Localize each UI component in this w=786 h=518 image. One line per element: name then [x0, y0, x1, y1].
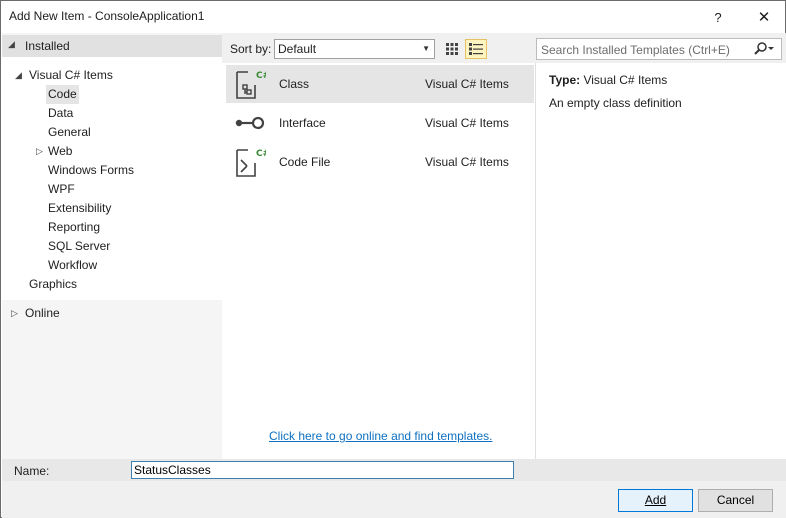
tree-node-wpf[interactable]: WPF — [48, 180, 75, 199]
tree-node-windows-forms[interactable]: Windows Forms — [48, 161, 134, 180]
tree-node-data[interactable]: Data — [48, 104, 73, 123]
type-line: Type: Visual C# Items — [549, 73, 667, 87]
template-item-class[interactable]: C# Class Visual C# Items — [226, 65, 534, 103]
svg-text:C#: C# — [256, 149, 266, 159]
sort-by-value: Default — [278, 42, 317, 56]
tree-node-web[interactable]: Web — [48, 142, 72, 161]
small-icons-view-button[interactable] — [441, 39, 463, 59]
search-templates-input[interactable]: Search Installed Templates (Ctrl+E) — [536, 38, 782, 60]
tree-node-installed[interactable]: ◢ Installed — [2, 35, 222, 57]
name-row: Name: — [2, 459, 786, 481]
template-toolbar: Sort by: Default ▼ Search Installed Temp… — [222, 33, 786, 63]
grid-view-icon — [446, 43, 458, 55]
type-label: Type: — [549, 73, 581, 87]
template-category: Visual C# Items — [425, 77, 509, 91]
tree-node-label: Online — [25, 306, 60, 320]
tree-node-general[interactable]: General — [48, 123, 91, 142]
search-icon[interactable] — [753, 41, 775, 60]
category-tree-pane: ◢ Installed ◢ Visual C# Items Code Data … — [2, 33, 222, 459]
svg-text:C#: C# — [256, 71, 266, 81]
dialog-footer: Name: Add Cancel — [2, 459, 786, 518]
cancel-button[interactable]: Cancel — [698, 489, 773, 512]
tree-node-label: Installed — [25, 39, 70, 53]
add-new-item-dialog: Add New Item - ConsoleApplication1 ? ✕ ◢… — [0, 0, 786, 518]
name-label: Name: — [14, 464, 50, 478]
add-button[interactable]: Add — [618, 489, 693, 512]
template-category: Visual C# Items — [425, 116, 509, 130]
tree-node-graphics[interactable]: Graphics — [29, 275, 77, 294]
class-icon: C# — [236, 71, 266, 99]
template-description: An empty class definition — [549, 96, 682, 110]
template-item-code-file[interactable]: C# Code File Visual C# Items — [226, 143, 534, 181]
tree-view: ◢ Visual C# Items Code Data General ▷ We… — [2, 57, 222, 300]
expand-arrow-icon[interactable]: ▷ — [11, 304, 18, 323]
interface-icon — [235, 116, 265, 130]
expand-arrow-icon[interactable]: ▷ — [36, 142, 43, 161]
template-category: Visual C# Items — [425, 155, 509, 169]
template-name: Code File — [279, 155, 331, 169]
template-name: Interface — [279, 116, 326, 130]
collapse-arrow-icon[interactable]: ◢ — [8, 39, 15, 50]
tree-node-code[interactable]: Code — [46, 85, 79, 104]
close-button[interactable]: ✕ — [747, 1, 781, 33]
tree-node-sql-server[interactable]: SQL Server — [48, 237, 110, 256]
template-details-pane: Type: Visual C# Items An empty class def… — [537, 63, 786, 459]
tree-node-extensibility[interactable]: Extensibility — [48, 199, 111, 218]
list-view-button[interactable] — [465, 39, 487, 59]
name-input[interactable] — [131, 461, 514, 479]
code-file-icon: C# — [236, 149, 266, 177]
template-list: C# Class Visual C# Items Interface Visua… — [222, 63, 536, 459]
tree-node-reporting[interactable]: Reporting — [48, 218, 100, 237]
help-button[interactable]: ? — [701, 1, 735, 33]
tree-node-workflow[interactable]: Workflow — [48, 256, 97, 275]
chevron-down-icon: ▼ — [422, 44, 430, 53]
tree-node-visual-csharp-items[interactable]: Visual C# Items — [29, 66, 113, 85]
list-view-icon — [469, 43, 483, 55]
window-title: Add New Item - ConsoleApplication1 — [9, 9, 205, 23]
tree-node-online[interactable]: ▷ Online — [2, 303, 222, 325]
sort-by-dropdown[interactable]: Default ▼ — [274, 39, 435, 59]
title-bar: Add New Item - ConsoleApplication1 ? ✕ — [1, 1, 785, 33]
search-placeholder: Search Installed Templates (Ctrl+E) — [541, 43, 730, 57]
collapse-arrow-icon[interactable]: ◢ — [15, 66, 22, 85]
template-name: Class — [279, 77, 310, 91]
sort-by-label: Sort by: — [230, 42, 272, 56]
template-item-interface[interactable]: Interface Visual C# Items — [226, 104, 534, 142]
type-value: Visual C# Items — [583, 73, 668, 87]
add-button-label: Add — [644, 493, 667, 507]
find-templates-online-link[interactable]: Click here to go online and find templat… — [269, 429, 492, 443]
